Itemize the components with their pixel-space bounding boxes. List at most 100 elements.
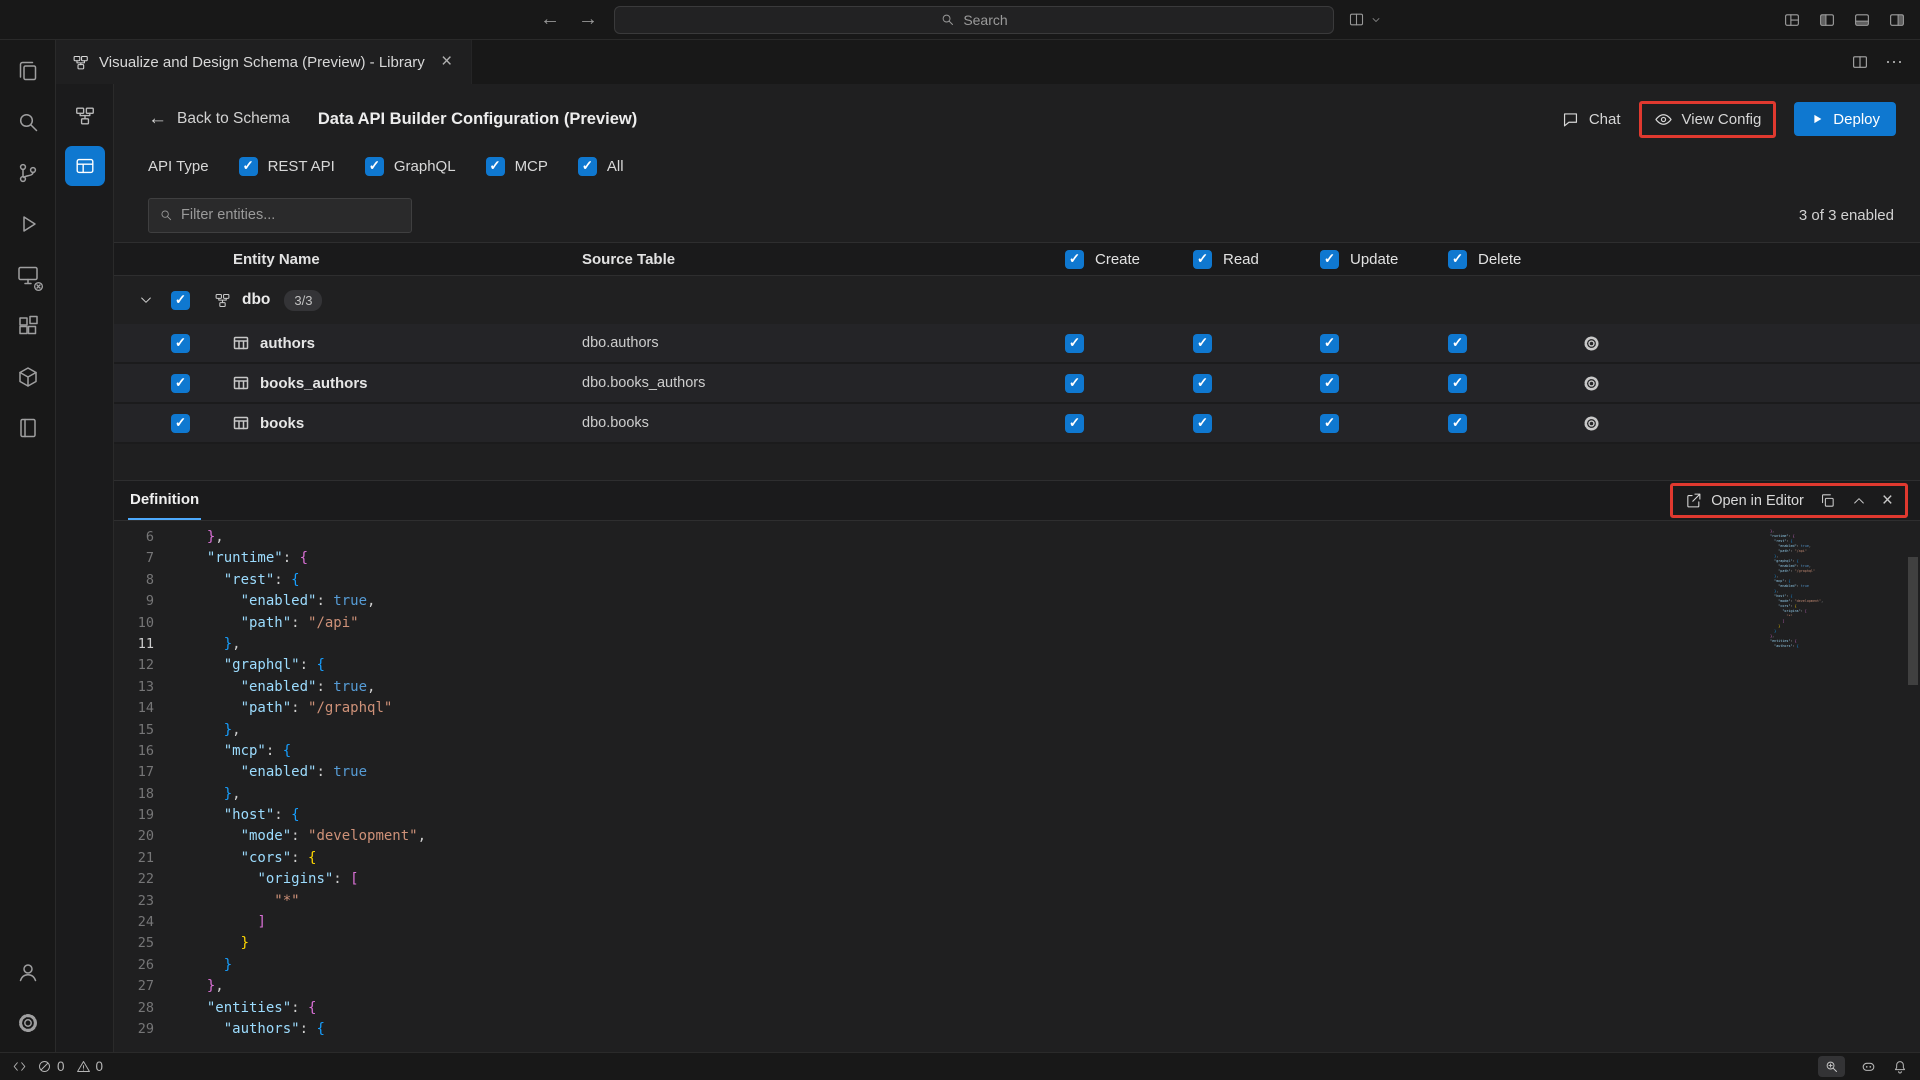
read-checkbox[interactable]: ✓ (1193, 374, 1212, 393)
split-editor-icon[interactable] (1851, 53, 1869, 71)
view-config-button[interactable]: View Config (1654, 110, 1762, 129)
row-settings-gear-icon[interactable] (1582, 334, 1601, 353)
delete-checkbox[interactable]: ✓ (1448, 374, 1467, 393)
api-type-option-label: MCP (515, 158, 548, 175)
row-checkbox[interactable]: ✓ (171, 334, 190, 353)
code-line: 7 "runtime": { (114, 548, 1756, 569)
explorer-icon[interactable] (6, 50, 50, 92)
errors-count: 0 (57, 1059, 65, 1074)
code-editor[interactable]: 6 },7 "runtime": {8 "rest": {9 "enabled"… (114, 521, 1920, 1052)
read-all-checkbox[interactable]: ✓ (1193, 250, 1212, 269)
copy-icon[interactable] (1819, 492, 1836, 509)
table-row[interactable]: ✓booksdbo.books✓✓✓✓ (114, 404, 1920, 444)
delete-all-checkbox[interactable]: ✓ (1448, 250, 1467, 269)
copilot-icon[interactable] (1860, 1058, 1877, 1075)
line-number: 12 (114, 655, 176, 676)
run-debug-icon[interactable] (6, 203, 50, 245)
api-type-option-mcp[interactable]: ✓ MCP (486, 157, 548, 176)
create-checkbox[interactable]: ✓ (1065, 414, 1084, 433)
delete-checkbox[interactable]: ✓ (1448, 414, 1467, 433)
update-checkbox[interactable]: ✓ (1320, 414, 1339, 433)
column-create[interactable]: ✓Create (1065, 250, 1193, 269)
create-checkbox[interactable]: ✓ (1065, 334, 1084, 353)
update-checkbox[interactable]: ✓ (1320, 374, 1339, 393)
code-line: 28 "entities": { (114, 998, 1756, 1019)
update-checkbox[interactable]: ✓ (1320, 334, 1339, 353)
tab-visualize-design-schema[interactable]: Visualize and Design Schema (Preview) - … (56, 40, 472, 84)
schema-icon (214, 292, 231, 309)
settings-gear-icon[interactable] (6, 1002, 50, 1044)
create-checkbox[interactable]: ✓ (1065, 374, 1084, 393)
table-icon (233, 415, 249, 431)
read-checkbox[interactable]: ✓ (1193, 414, 1212, 433)
minimap[interactable]: }, "runtime": { "rest": { "enabled": tru… (1756, 527, 1906, 1052)
play-icon (1810, 112, 1824, 126)
chat-label: Chat (1589, 111, 1621, 128)
database-projects-icon[interactable] (6, 356, 50, 398)
problems-indicator[interactable]: 0 0 (37, 1059, 103, 1074)
zoom-in-icon[interactable] (1818, 1056, 1845, 1077)
update-all-checkbox[interactable]: ✓ (1320, 250, 1339, 269)
toggle-panel-icon[interactable] (1853, 11, 1871, 29)
toggle-primary-sidebar-icon[interactable] (1818, 11, 1836, 29)
history-forward-icon[interactable]: → (576, 8, 600, 31)
editor-more-actions-icon[interactable]: ⋯ (1885, 52, 1904, 73)
definition-panel: Definition Open in Editor (114, 480, 1920, 1052)
row-checkbox[interactable]: ✓ (171, 374, 190, 393)
group-name: dbo (242, 291, 270, 309)
api-type-checkbox[interactable]: ✓ (365, 157, 384, 176)
api-type-checkbox[interactable]: ✓ (239, 157, 258, 176)
chevron-up-icon[interactable] (1851, 493, 1867, 509)
column-delete[interactable]: ✓Delete (1448, 250, 1578, 269)
row-settings-gear-icon[interactable] (1582, 374, 1601, 393)
close-panel-icon[interactable]: × (1882, 491, 1893, 510)
api-type-option-all[interactable]: ✓All (578, 157, 624, 176)
group-checkbox[interactable]: ✓ (171, 291, 190, 310)
column-update[interactable]: ✓Update (1320, 250, 1448, 269)
open-in-editor-button[interactable]: Open in Editor (1685, 492, 1804, 509)
table-row[interactable]: ✓books_authorsdbo.books_authors✓✓✓✓ (114, 364, 1920, 404)
remote-explorer-icon[interactable] (6, 254, 50, 296)
extensions-icon[interactable] (6, 305, 50, 347)
create-all-checkbox[interactable]: ✓ (1065, 250, 1084, 269)
api-type-option-rest-api[interactable]: ✓REST API (239, 157, 335, 176)
source-table: dbo.books_authors (582, 375, 1065, 391)
tab-close-icon[interactable]: × (435, 50, 459, 74)
read-checkbox[interactable]: ✓ (1193, 334, 1212, 353)
scrollbar-thumb[interactable] (1908, 557, 1918, 685)
bell-icon[interactable] (1892, 1059, 1908, 1075)
row-checkbox[interactable]: ✓ (171, 414, 190, 433)
api-type-checkbox[interactable]: ✓ (578, 157, 597, 176)
schema-diagram-nav-icon[interactable] (65, 96, 105, 136)
line-number: 28 (114, 998, 176, 1019)
history-back-icon[interactable]: ← (538, 8, 562, 31)
layout-switcher-button[interactable] (1348, 11, 1382, 28)
delete-checkbox[interactable]: ✓ (1448, 334, 1467, 353)
chat-button[interactable]: Chat (1561, 110, 1621, 129)
scrollbar[interactable] (1906, 527, 1920, 1052)
command-center-search[interactable]: Search (614, 6, 1334, 34)
code-line: 25 } (114, 933, 1756, 954)
data-api-builder-nav-icon[interactable] (65, 146, 105, 186)
row-settings-gear-icon[interactable] (1582, 414, 1601, 433)
search-sidebar-icon[interactable] (6, 101, 50, 143)
api-type-option-graphql[interactable]: ✓GraphQL (365, 157, 456, 176)
remote-indicator[interactable] (12, 1059, 27, 1074)
account-icon[interactable] (6, 951, 50, 993)
definition-tab[interactable]: Definition (128, 481, 201, 520)
column-read[interactable]: ✓Read (1193, 250, 1320, 269)
line-number: 13 (114, 677, 176, 698)
schema-book-icon[interactable] (6, 407, 50, 449)
toggle-secondary-sidebar-icon[interactable] (1888, 11, 1906, 29)
search-icon (940, 12, 955, 27)
back-to-schema-button[interactable]: ← Back to Schema (148, 108, 290, 130)
source-control-icon[interactable] (6, 152, 50, 194)
chevron-down-icon[interactable] (138, 292, 154, 308)
customize-layout-icon[interactable] (1783, 11, 1801, 29)
api-type-checkbox[interactable]: ✓ (486, 157, 505, 176)
schema-group-row[interactable]: ✓ dbo 3/3 (114, 276, 1920, 324)
filter-entities-input[interactable] (181, 207, 401, 223)
deploy-button[interactable]: Deploy (1794, 102, 1896, 136)
filter-search-icon (159, 208, 173, 222)
table-row[interactable]: ✓authorsdbo.authors✓✓✓✓ (114, 324, 1920, 364)
